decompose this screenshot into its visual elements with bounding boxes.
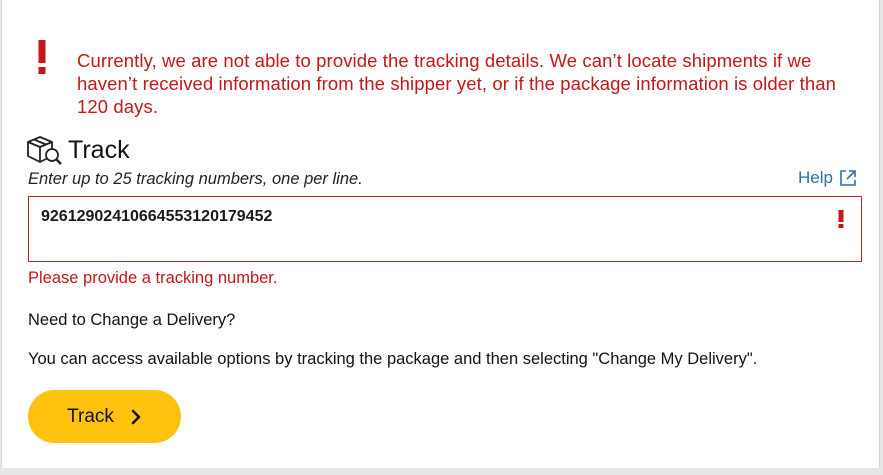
exclamation-icon <box>38 40 46 74</box>
alert-message: Currently, we are not able to provide th… <box>77 50 837 117</box>
track-button[interactable]: Track <box>28 390 181 443</box>
chevron-right-icon <box>131 409 141 424</box>
exclamation-icon <box>838 210 844 228</box>
track-heading: Track <box>26 133 130 167</box>
external-link-icon <box>840 170 856 186</box>
tracking-number-field[interactable] <box>28 196 862 262</box>
track-button-label: Track <box>67 405 114 427</box>
change-delivery-title: Need to Change a Delivery? <box>28 311 236 329</box>
change-delivery-description: You can access available options by trac… <box>28 350 758 368</box>
help-link[interactable]: Help <box>798 168 857 188</box>
tracking-number-input[interactable] <box>41 205 821 253</box>
track-instructions: Enter up to 25 tracking numbers, one per… <box>28 170 363 188</box>
track-title: Track <box>68 136 130 164</box>
package-search-icon <box>27 136 62 165</box>
field-error-message: Please provide a tracking number. <box>28 269 278 287</box>
tracking-panel: Currently, we are not able to provide th… <box>1 0 880 468</box>
help-label: Help <box>798 168 833 187</box>
